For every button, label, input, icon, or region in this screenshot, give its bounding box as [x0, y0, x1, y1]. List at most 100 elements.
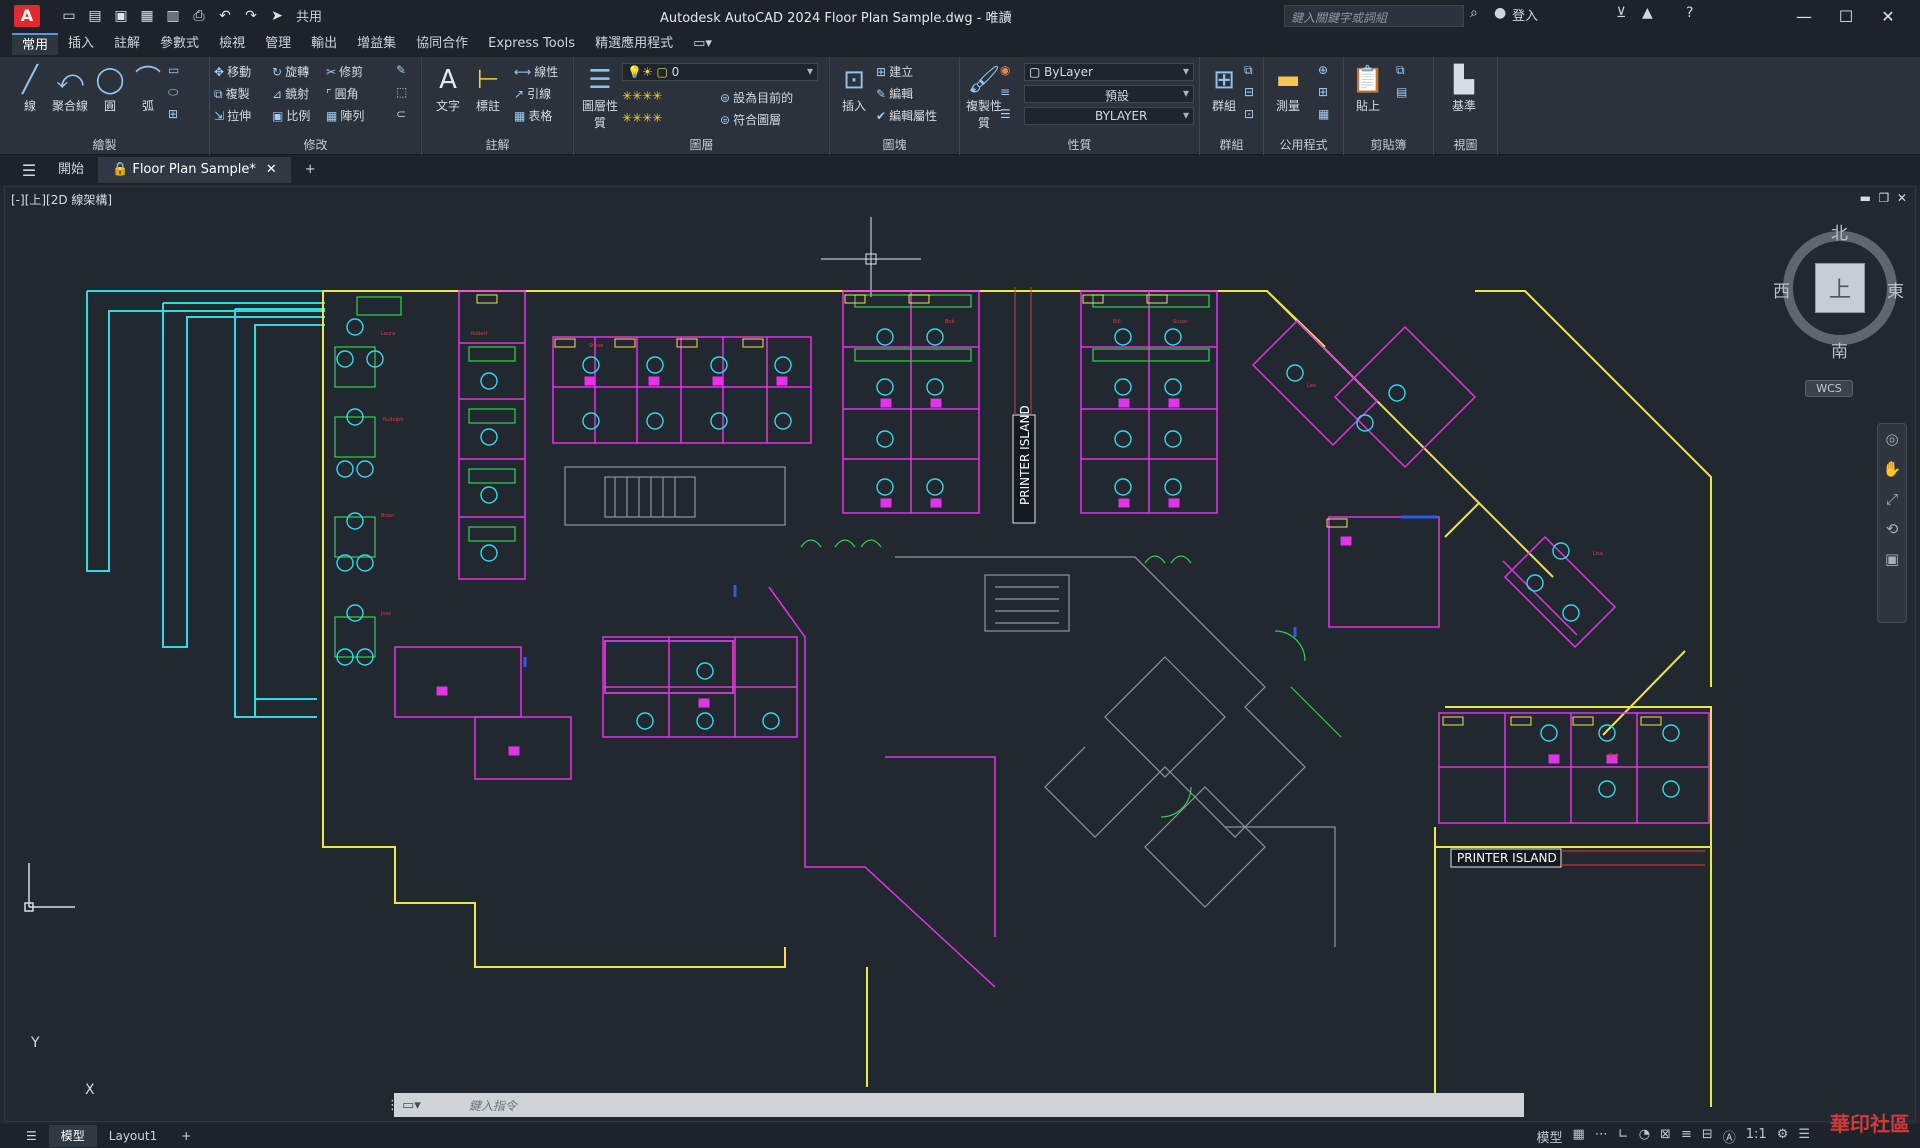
viewcube-north[interactable]: 北	[1831, 219, 1848, 244]
arc-tool[interactable]: ⌒ 弧	[126, 63, 170, 114]
match-layer-tool[interactable]: ⊜ 符合圖層	[720, 111, 781, 128]
lineweight-icon[interactable]: ☰	[1000, 107, 1014, 121]
calculator-icon[interactable]: ▦	[1318, 107, 1332, 121]
layer-tools-row-2[interactable]: ✳✳✳✳	[622, 111, 665, 125]
tab-insert[interactable]: 插入	[58, 33, 104, 55]
command-history-icon[interactable]: ▭▾	[402, 1098, 421, 1113]
redo-icon[interactable]: ↷	[240, 5, 262, 27]
rotate-tool[interactable]: ↻ 旋轉	[272, 63, 309, 80]
tab-view[interactable]: 檢視	[209, 33, 255, 55]
layer-tools-row[interactable]: ✳✳✳✳	[622, 89, 665, 103]
leader-tool[interactable]: ↗ 引線	[514, 85, 551, 102]
fillet-tool[interactable]: ⌜ 圓角	[326, 85, 359, 102]
polyline-tool[interactable]: ⤺ 聚合線	[48, 63, 92, 114]
select-all-icon[interactable]: ⊞	[1318, 85, 1331, 99]
tab-start[interactable]: 開始	[44, 157, 98, 183]
open-file-icon[interactable]: ▤	[84, 5, 106, 27]
viewcube-east[interactable]: 東	[1887, 277, 1904, 302]
line-tool[interactable]: ╱ 線	[8, 63, 52, 114]
print-icon[interactable]: ⎙	[188, 5, 210, 27]
linetype-icon[interactable]: ≡	[1000, 85, 1013, 99]
search-icon[interactable]: ⌕	[1470, 5, 1478, 21]
workspace-gear-icon[interactable]: ⚙	[1777, 1127, 1789, 1146]
linear-dim-tool[interactable]: ⟷ 線性	[514, 63, 558, 80]
panel-view-title[interactable]: 視圖	[1434, 136, 1497, 153]
annotation-scale-icon[interactable]: Ⓐ	[1723, 1127, 1736, 1146]
copy-tool[interactable]: ⧉ 複製	[214, 85, 250, 102]
share-label[interactable]: 共用	[296, 6, 322, 25]
group-select-icon[interactable]: ⊡	[1244, 107, 1257, 121]
signin-label[interactable]: 登入	[1512, 5, 1538, 24]
offset-icon[interactable]: ⊂	[396, 107, 409, 121]
viewcube-west[interactable]: 西	[1773, 277, 1790, 302]
close-button[interactable]: ✕	[1868, 4, 1908, 28]
panel-utilities-title[interactable]: 公用程式	[1264, 136, 1343, 153]
tab-featured-apps[interactable]: 精選應用程式	[585, 33, 683, 55]
wcs-menu[interactable]: WCS	[1805, 380, 1853, 397]
insert-block-tool[interactable]: ⊡ 插入	[832, 63, 876, 114]
copy-base-icon[interactable]: ▤	[1396, 85, 1410, 99]
layer-properties-tool[interactable]: ☰ 圖層性質	[578, 63, 622, 131]
snap-icon[interactable]: ⋯	[1595, 1127, 1608, 1146]
selection-cycling-icon[interactable]: ⊟	[1702, 1127, 1713, 1146]
tab-addins[interactable]: 增益集	[347, 33, 406, 55]
panel-clipboard-title[interactable]: 剪貼簿	[1344, 136, 1433, 153]
new-file-icon[interactable]: ▭	[58, 5, 80, 27]
autodesk-app-icon[interactable]: ▲	[1642, 5, 1653, 21]
tab-home[interactable]: 常用	[12, 33, 59, 55]
ungroup-icon[interactable]: ⧉	[1244, 63, 1256, 78]
tab-floor-plan[interactable]: 🔒 Floor Plan Sample* ✕	[98, 157, 291, 183]
viewcube-top-face[interactable]: 上	[1815, 263, 1865, 313]
panel-layers-title[interactable]: 圖層	[574, 136, 829, 153]
cart-icon[interactable]: ⊻	[1616, 5, 1626, 21]
tab-layout1[interactable]: Layout1	[97, 1125, 169, 1147]
panel-draw-title[interactable]: 繪製	[0, 136, 209, 153]
tab-model[interactable]: 模型	[48, 1125, 97, 1147]
model-space-label[interactable]: 模型	[1536, 1127, 1562, 1146]
linetype-dropdown[interactable]: 預設	[1024, 85, 1194, 103]
tab-express-tools[interactable]: Express Tools	[478, 33, 585, 55]
region-icon[interactable]: ⊞	[168, 107, 181, 121]
paste-tool[interactable]: 📋 貼上	[1346, 63, 1390, 114]
minimize-button[interactable]: —	[1784, 4, 1824, 28]
color-wheel-icon[interactable]: ◉	[1000, 63, 1013, 77]
rectangle-icon[interactable]: ▭	[168, 63, 182, 77]
array-tool[interactable]: ▦ 陣列	[326, 107, 364, 124]
search-input[interactable]: 鍵入關鍵字或詞組	[1284, 5, 1464, 27]
tab-manage[interactable]: 管理	[255, 33, 301, 55]
erase-icon[interactable]: ✎	[396, 63, 409, 77]
stretch-tool[interactable]: ⇲ 拉伸	[214, 107, 251, 124]
drawing-canvas[interactable]: Laura Robert Steve Bob Susan Bill Rudolph Bri…	[4, 186, 1916, 1122]
layout-menu-icon[interactable]: ☰	[14, 1125, 49, 1147]
help-icon[interactable]: ?	[1686, 5, 1693, 21]
steering-wheel-icon[interactable]: ◎	[1878, 424, 1906, 454]
floor-plan-drawing[interactable]: Laura Robert Steve Bob Susan Bill Rudolph Bri…	[5, 187, 1916, 1122]
maximize-button[interactable]: ☐	[1826, 4, 1866, 28]
save-icon[interactable]: ▣	[110, 5, 132, 27]
annotation-scale-value[interactable]: 1:1	[1746, 1127, 1767, 1146]
hatch-icon[interactable]: ⬭	[168, 85, 181, 100]
tab-annotate[interactable]: 註解	[104, 33, 150, 55]
trim-tool[interactable]: ✂ 修剪	[326, 63, 363, 80]
edit-block-tool[interactable]: ✎ 編輯	[876, 85, 913, 102]
panel-modify-title[interactable]: 修改	[210, 136, 421, 153]
save-as-icon[interactable]: ▦	[136, 5, 158, 27]
command-line[interactable]: ▭▾ 鍵入指令	[394, 1093, 1524, 1117]
explode-icon[interactable]: ⬚	[396, 85, 410, 99]
grid-icon[interactable]: ▦	[1572, 1127, 1584, 1146]
customization-menu-icon[interactable]: ☰	[1798, 1127, 1810, 1146]
mirror-tool[interactable]: ⊿ 鏡射	[272, 85, 309, 102]
edit-attributes-tool[interactable]: ✔ 編輯屬性	[876, 107, 937, 124]
viewcube-south[interactable]: 南	[1831, 337, 1848, 362]
plot-icon[interactable]: ▥	[162, 5, 184, 27]
autocad-logo-icon[interactable]: A	[14, 4, 40, 27]
new-tab-button[interactable]: +	[291, 157, 330, 183]
color-dropdown[interactable]: ▢ ByLayer	[1024, 63, 1194, 81]
scale-tool[interactable]: ▣ 比例	[272, 107, 310, 124]
add-layout-button[interactable]: +	[169, 1125, 203, 1147]
dimension-tool[interactable]: ⊢ 標註	[466, 63, 510, 114]
move-tool[interactable]: ✥ 移動	[214, 63, 251, 80]
pan-icon[interactable]: ✋	[1878, 454, 1906, 484]
text-tool[interactable]: A 文字	[426, 63, 470, 114]
panel-groups-title[interactable]: 群組	[1200, 136, 1263, 153]
